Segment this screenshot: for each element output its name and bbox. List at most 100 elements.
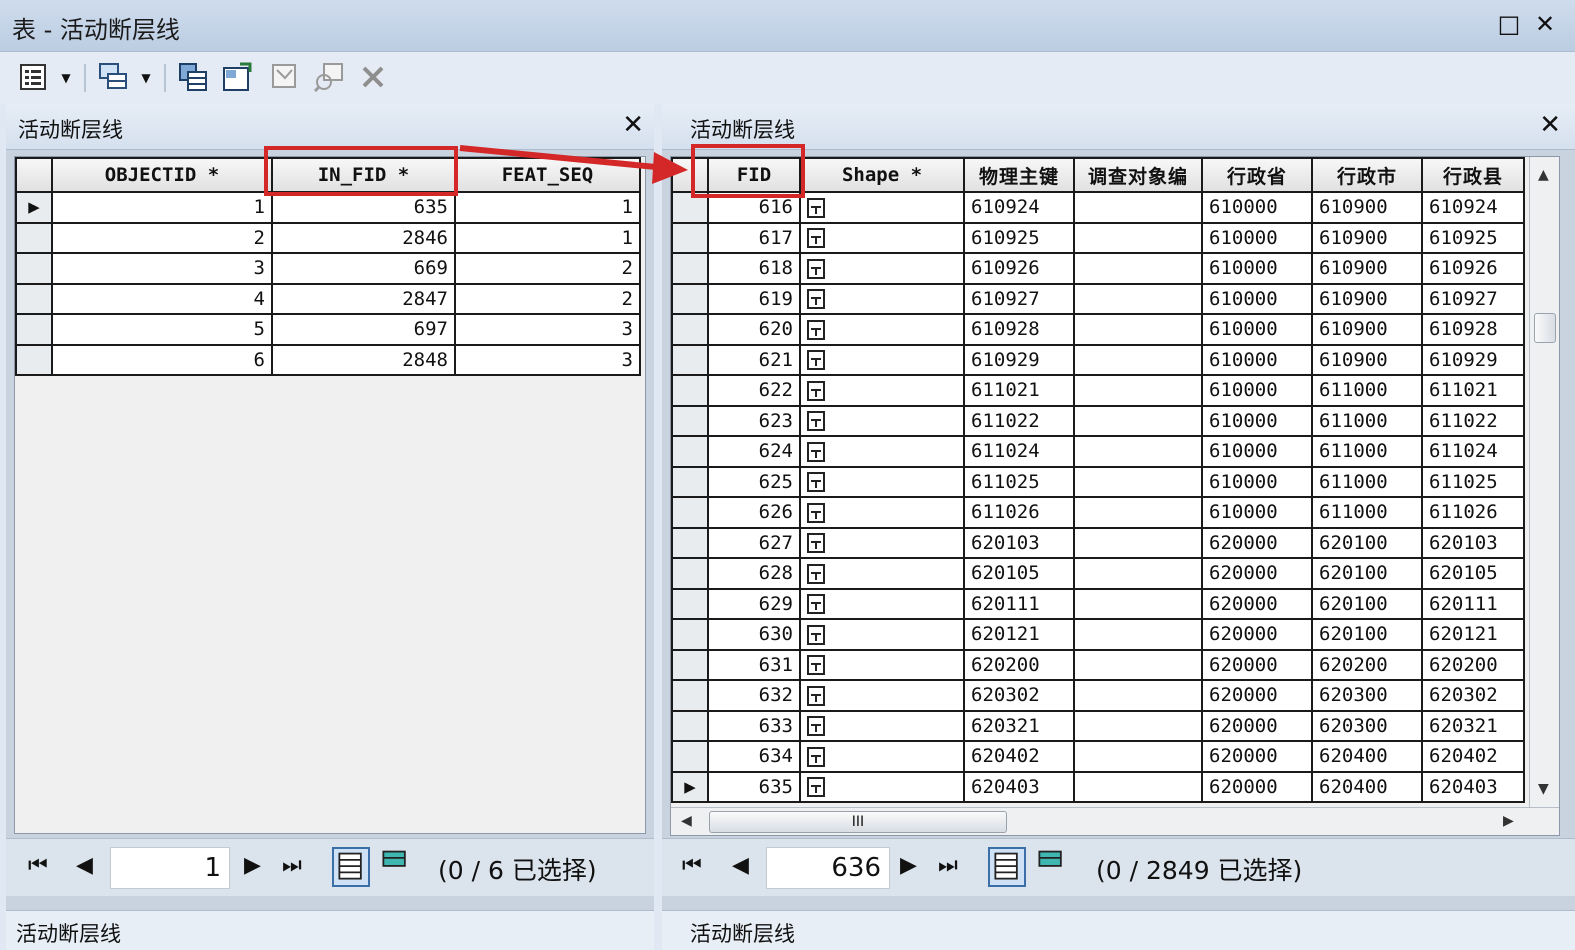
row-selector[interactable] [15,252,53,285]
show-selected-records-icon[interactable] [378,847,416,887]
horizontal-scrollbar[interactable]: ◀ III ▶ [671,807,1559,835]
cell-county[interactable]: 610925 [1421,221,1525,254]
column-header-city[interactable]: 行政市 [1311,157,1423,193]
vertical-scrollbar[interactable]: ▲ ▼ [1529,157,1559,807]
cell-fid[interactable]: 621 [707,343,801,376]
table-row[interactable]: 624面611024610000611000611024 [671,435,1525,468]
cell-city[interactable]: 620100 [1311,557,1423,590]
column-header-survey-object[interactable]: 调查对象编 [1073,157,1203,193]
cell-city[interactable]: 620100 [1311,587,1423,620]
cell-prov[interactable]: 610000 [1201,343,1313,376]
cell-city[interactable]: 610900 [1311,282,1423,315]
cell-objectid[interactable]: 5 [51,313,273,346]
row-selector[interactable] [15,313,53,346]
cell-survey[interactable] [1073,282,1203,315]
current-record-input[interactable]: 636 [766,847,890,889]
current-record-input[interactable]: 1 [110,847,230,889]
row-selector[interactable] [671,587,709,620]
cell-county[interactable]: 610927 [1421,282,1525,315]
cell-county[interactable]: 610924 [1421,191,1525,224]
zoom-to-selected-icon[interactable] [312,60,346,94]
row-selector[interactable] [671,648,709,681]
cell-in-fid[interactable]: 2846 [271,221,456,254]
cell-shape[interactable]: 面 [799,526,965,559]
cell-survey[interactable] [1073,496,1203,529]
table-row[interactable]: 621面610929610000610900610929 [671,343,1525,376]
cell-fid[interactable]: 626 [707,496,801,529]
cell-county[interactable]: 620121 [1421,618,1525,651]
right-panel-close-button[interactable]: ✕ [1539,110,1561,140]
row-selector[interactable] [671,740,709,773]
table-row[interactable]: 3 669 2 [15,252,641,285]
cell-survey[interactable] [1073,252,1203,285]
cell-city[interactable]: 620300 [1311,709,1423,742]
cell-feat-seq[interactable]: 1 [454,191,641,224]
cell-city[interactable]: 610900 [1311,221,1423,254]
table-options-icon[interactable] [16,60,50,94]
table-row[interactable]: 5 697 3 [15,313,641,346]
cell-city[interactable]: 620200 [1311,648,1423,681]
cell-feat-seq[interactable]: 2 [454,252,641,285]
cell-city[interactable]: 610900 [1311,252,1423,285]
cell-key[interactable]: 610925 [963,221,1075,254]
cell-survey[interactable] [1073,343,1203,376]
table-row[interactable]: 626面611026610000611000611026 [671,496,1525,529]
first-record-button[interactable]: ⏮ [682,853,702,878]
cell-survey[interactable] [1073,221,1203,254]
cell-city[interactable]: 620100 [1311,526,1423,559]
row-selector[interactable] [671,435,709,468]
cell-key[interactable]: 611026 [963,496,1075,529]
cell-survey[interactable] [1073,404,1203,437]
cell-city[interactable]: 611000 [1311,465,1423,498]
cell-county[interactable]: 620111 [1421,587,1525,620]
next-record-button[interactable]: ▶ [244,853,261,878]
cell-city[interactable]: 611000 [1311,435,1423,468]
switch-selection-icon[interactable] [220,60,254,94]
clear-selection-icon[interactable] [268,60,302,94]
row-selector[interactable] [671,709,709,742]
cell-key[interactable]: 620103 [963,526,1075,559]
cell-prov[interactable]: 620000 [1201,557,1313,590]
cell-city[interactable]: 620300 [1311,679,1423,712]
cell-county[interactable]: 620103 [1421,526,1525,559]
cell-prov[interactable]: 620000 [1201,679,1313,712]
cell-survey[interactable] [1073,587,1203,620]
maximize-button[interactable]: □ [1494,8,1524,40]
cell-city[interactable]: 620400 [1311,770,1423,803]
cell-shape[interactable]: 面 [799,252,965,285]
cell-fid[interactable]: 616 [707,191,801,224]
cell-objectid[interactable]: 1 [51,191,273,224]
show-selected-records-icon[interactable] [1034,847,1072,887]
cell-feat-seq[interactable]: 3 [454,313,641,346]
table-row[interactable]: 619面610927610000610900610927 [671,282,1525,315]
related-tables-dropdown-icon[interactable]: ▼ [138,64,154,92]
row-selector[interactable] [671,618,709,651]
cell-prov[interactable]: 610000 [1201,221,1313,254]
cell-shape[interactable]: 面 [799,770,965,803]
cell-key[interactable]: 610928 [963,313,1075,346]
cell-shape[interactable]: 面 [799,282,965,315]
scroll-down-icon[interactable]: ▼ [1538,781,1549,797]
cell-city[interactable]: 611000 [1311,496,1423,529]
cell-county[interactable]: 611024 [1421,435,1525,468]
next-record-button[interactable]: ▶ [900,853,917,878]
scroll-left-icon[interactable]: ◀ [681,813,692,829]
scroll-up-icon[interactable]: ▲ [1538,167,1549,183]
cell-county[interactable]: 620403 [1421,770,1525,803]
row-selector[interactable] [671,404,709,437]
cell-fid[interactable]: 622 [707,374,801,407]
row-selector[interactable] [15,282,53,315]
cell-prov[interactable]: 610000 [1201,374,1313,407]
row-selector[interactable] [671,343,709,376]
cell-shape[interactable]: 面 [799,496,965,529]
table-row[interactable]: 634面620402620000620400620402 [671,740,1525,773]
cell-prov[interactable]: 620000 [1201,648,1313,681]
cell-survey[interactable] [1073,374,1203,407]
cell-city[interactable]: 610900 [1311,343,1423,376]
cell-prov[interactable]: 610000 [1201,282,1313,315]
horizontal-scroll-thumb[interactable]: III [709,811,1007,833]
cell-survey[interactable] [1073,465,1203,498]
table-row[interactable]: 623面611022610000611000611022 [671,404,1525,437]
cell-prov[interactable]: 610000 [1201,465,1313,498]
cell-survey[interactable] [1073,679,1203,712]
